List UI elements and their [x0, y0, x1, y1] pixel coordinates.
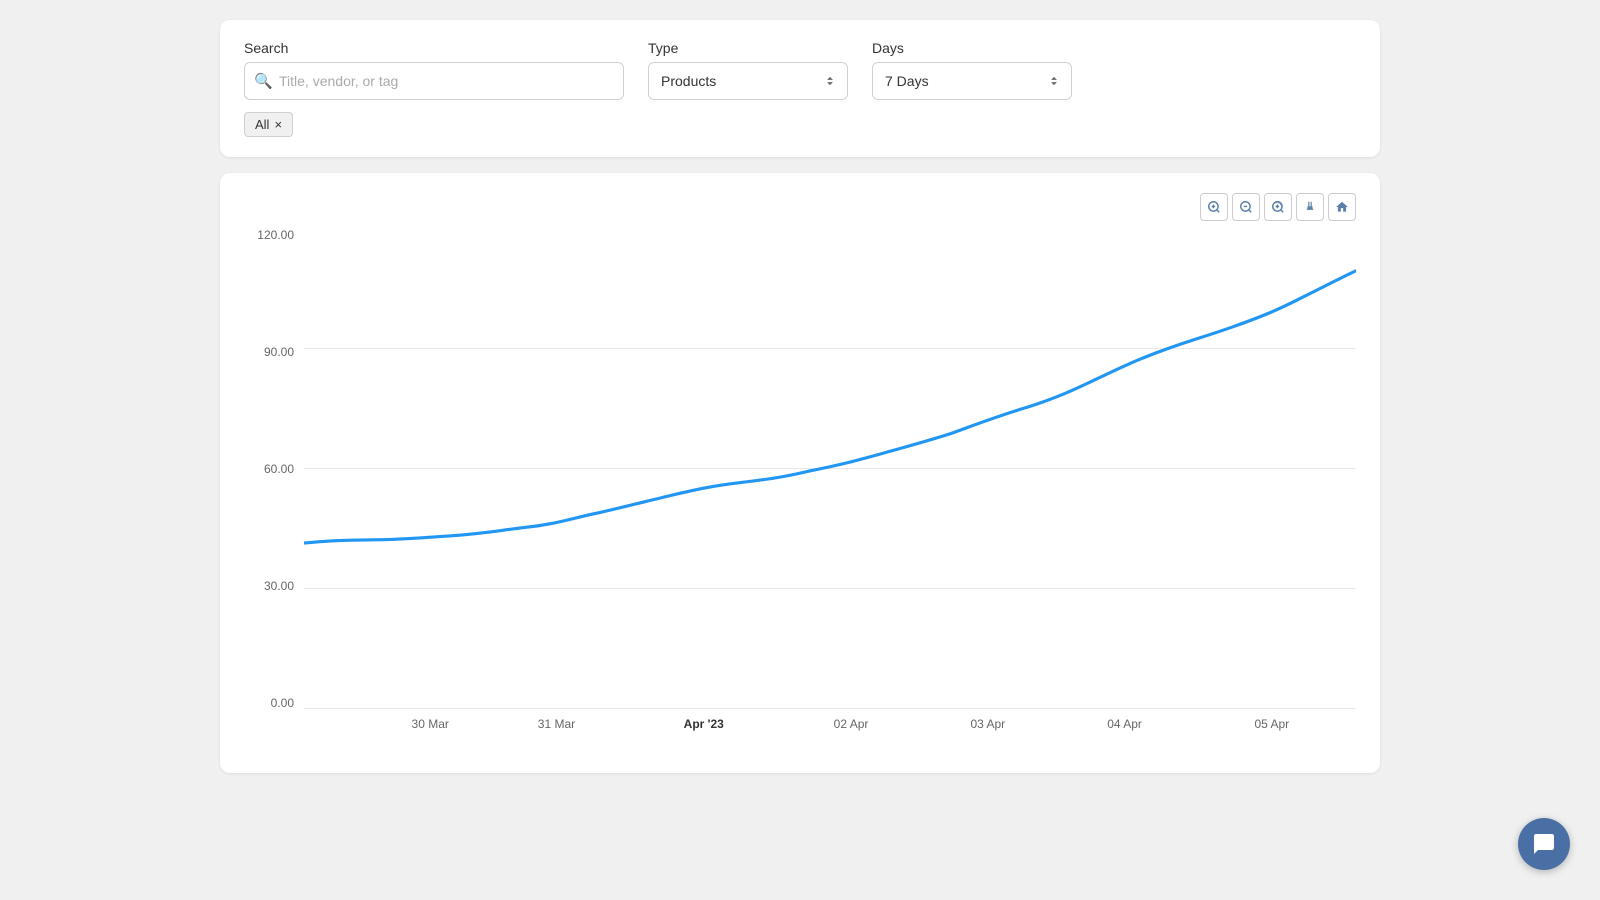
chart-area: 0.00 30.00 60.00 90.00 120.00 [244, 229, 1356, 749]
pan-button[interactable] [1296, 193, 1324, 221]
home-button[interactable] [1328, 193, 1356, 221]
y-label-60: 60.00 [244, 463, 304, 475]
x-label-31mar: 31 Mar [538, 717, 575, 731]
x-label-apr23: Apr '23 [684, 717, 724, 731]
search-icon: 🔍 [254, 72, 273, 90]
x-label-02apr: 02 Apr [834, 717, 869, 731]
x-label-04apr: 04 Apr [1107, 717, 1142, 731]
x-label-30mar: 30 Mar [412, 717, 449, 731]
y-axis: 0.00 30.00 60.00 90.00 120.00 [244, 229, 304, 709]
type-select[interactable]: Products Variants Collections [648, 62, 848, 100]
search-input-wrapper: 🔍 [244, 62, 624, 100]
main-container: Search 🔍 Type Products Variants Collecti… [220, 20, 1380, 773]
x-label-05apr: 05 Apr [1254, 717, 1289, 731]
search-label: Search [244, 40, 624, 56]
search-group: Search 🔍 [244, 40, 624, 100]
y-label-120: 120.00 [244, 229, 304, 241]
chat-icon [1532, 832, 1556, 856]
type-label: Type [648, 40, 848, 56]
days-label: Days [872, 40, 1072, 56]
search-panel: Search 🔍 Type Products Variants Collecti… [220, 20, 1380, 157]
days-select[interactable]: 7 Days 14 Days 30 Days 90 Days [872, 62, 1072, 100]
x-label-03apr: 03 Apr [970, 717, 1005, 731]
chart-inner [304, 229, 1356, 709]
days-group: Days 7 Days 14 Days 30 Days 90 Days [872, 40, 1072, 100]
tags-row: All × [244, 112, 1356, 137]
chart-toolbar [244, 193, 1356, 221]
y-label-90: 90.00 [244, 346, 304, 358]
all-tag-badge[interactable]: All × [244, 112, 293, 137]
tag-label: All [255, 117, 269, 132]
y-label-30: 30.00 [244, 580, 304, 592]
y-label-0: 0.00 [244, 697, 304, 709]
chat-button[interactable] [1518, 818, 1570, 870]
zoom-out-button[interactable] [1232, 193, 1260, 221]
chart-panel: 0.00 30.00 60.00 90.00 120.00 [220, 173, 1380, 773]
tag-close-icon[interactable]: × [274, 117, 282, 132]
search-input[interactable] [244, 62, 624, 100]
type-group: Type Products Variants Collections [648, 40, 848, 100]
zoom-in-button[interactable] [1200, 193, 1228, 221]
chart-svg [304, 229, 1356, 709]
zoom-reset-button[interactable] [1264, 193, 1292, 221]
x-axis: 30 Mar 31 Mar Apr '23 02 Apr 03 Apr 04 A… [304, 709, 1356, 749]
filters-row: Search 🔍 Type Products Variants Collecti… [244, 40, 1356, 100]
